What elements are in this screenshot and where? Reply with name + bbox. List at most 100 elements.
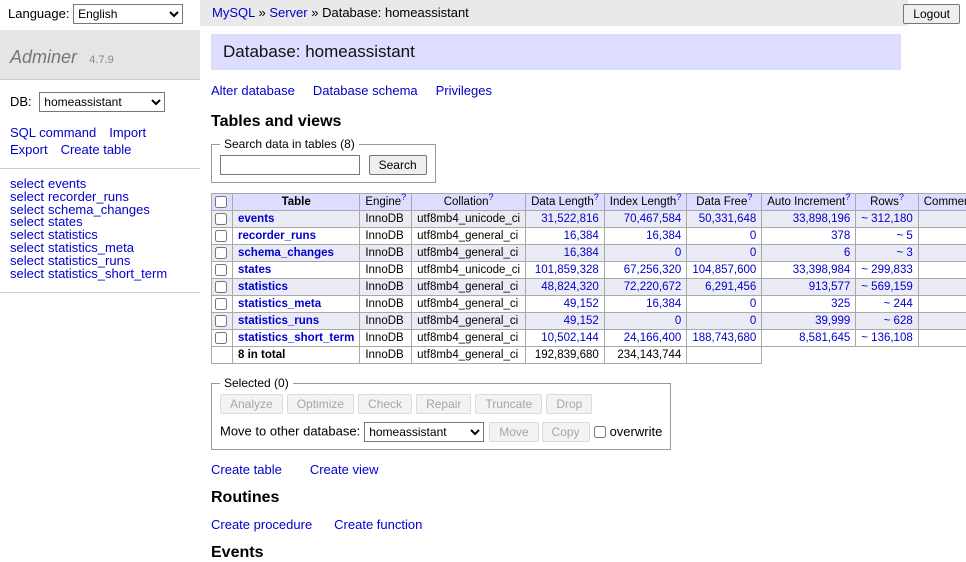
table-name-link[interactable]: schema_changes — [238, 247, 334, 259]
create-function-link[interactable]: Create function — [334, 517, 422, 532]
help-link[interactable]: ? — [401, 192, 406, 202]
logout-button[interactable]: Logout — [903, 4, 960, 24]
drop-button[interactable]: Drop — [546, 394, 592, 414]
index-length-link[interactable]: 16,384 — [646, 298, 681, 310]
table-name-link[interactable]: events — [238, 213, 274, 225]
create-table-link[interactable]: Create table — [211, 462, 282, 477]
rows-count-link[interactable]: ~ 312,180 — [861, 213, 912, 225]
language-select[interactable]: English — [73, 4, 183, 24]
privileges-link[interactable]: Privileges — [436, 83, 492, 98]
create-view-link[interactable]: Create view — [310, 462, 379, 477]
data-length-link[interactable]: 49,152 — [564, 298, 599, 310]
table-statistics-short-term-link[interactable]: statistics_short_term — [48, 266, 167, 281]
rows-count-link[interactable]: ~ 244 — [884, 298, 913, 310]
row-checkbox[interactable] — [215, 247, 227, 259]
auto-increment-link[interactable]: 913,577 — [809, 281, 851, 293]
row-checkbox[interactable] — [215, 264, 227, 276]
data-free-link[interactable]: 104,857,600 — [692, 264, 756, 276]
select-all-checkbox[interactable] — [215, 196, 227, 208]
data-free-cell: 0 — [687, 228, 762, 245]
create-procedure-link[interactable]: Create procedure — [211, 517, 312, 532]
index-length-link[interactable]: 72,220,672 — [624, 281, 682, 293]
rows-count-link[interactable]: ~ 3 — [896, 247, 912, 259]
data-free-link[interactable]: 0 — [750, 315, 756, 327]
breadcrumb-item-mysql[interactable]: MySQL — [212, 5, 255, 20]
create-table-link[interactable]: Create table — [61, 142, 132, 157]
help-link[interactable]: ? — [488, 192, 493, 202]
auto-increment-link[interactable]: 6 — [844, 247, 850, 259]
move-button[interactable]: Move — [489, 422, 538, 442]
index-length-link[interactable]: 70,467,584 — [624, 213, 682, 225]
help-link[interactable]: ? — [899, 192, 904, 202]
rows-count-link[interactable]: ~ 628 — [884, 315, 913, 327]
analyze-button[interactable]: Analyze — [220, 394, 283, 414]
auto-increment-link[interactable]: 33,898,196 — [793, 213, 851, 225]
auto-increment-link[interactable]: 325 — [831, 298, 850, 310]
table-name-link[interactable]: recorder_runs — [238, 230, 316, 242]
table-name-link[interactable]: statistics — [238, 281, 288, 293]
auto-increment-link[interactable]: 378 — [831, 230, 850, 242]
rows-count-link[interactable]: ~ 136,108 — [861, 332, 912, 344]
collation-cell: utf8mb4_general_ci — [412, 296, 526, 313]
sql-command-link[interactable]: SQL command — [10, 125, 96, 140]
data-length-link[interactable]: 16,384 — [564, 230, 599, 242]
copy-button[interactable]: Copy — [542, 422, 590, 442]
table-name-link[interactable]: statistics_meta — [238, 298, 321, 310]
rows-count-link[interactable]: ~ 299,833 — [861, 264, 912, 276]
rows-count-link[interactable]: ~ 5 — [896, 230, 912, 242]
index-length-link[interactable]: 67,256,320 — [624, 264, 682, 276]
select-statistics-short-term-link[interactable]: select — [10, 266, 44, 281]
import-link[interactable]: Import — [109, 125, 146, 140]
overwrite-label[interactable]: overwrite — [610, 424, 663, 439]
search-input[interactable] — [220, 155, 360, 175]
help-link[interactable]: ? — [676, 192, 681, 202]
data-free-link[interactable]: 6,291,456 — [705, 281, 756, 293]
row-checkbox[interactable] — [215, 230, 227, 242]
alter-database-link[interactable]: Alter database — [211, 83, 295, 98]
auto-increment-link[interactable]: 8,581,645 — [799, 332, 850, 344]
row-checkbox[interactable] — [215, 332, 227, 344]
data-length-link[interactable]: 31,522,816 — [541, 213, 599, 225]
app-name-link[interactable]: Adminer — [10, 47, 77, 67]
table-name-link[interactable]: statistics_short_term — [238, 332, 354, 344]
search-button[interactable]: Search — [369, 155, 427, 175]
repair-button[interactable]: Repair — [416, 394, 471, 414]
table-name-link[interactable]: states — [238, 264, 271, 276]
database-schema-link[interactable]: Database schema — [313, 83, 418, 98]
row-checkbox[interactable] — [215, 298, 227, 310]
move-db-select[interactable]: homeassistant — [364, 422, 484, 442]
auto-increment-link[interactable]: 33,398,984 — [793, 264, 851, 276]
data-free-link[interactable]: 0 — [750, 230, 756, 242]
rows-count-link[interactable]: ~ 569,159 — [861, 281, 912, 293]
data-free-link[interactable]: 50,331,648 — [699, 213, 757, 225]
breadcrumb-item-server[interactable]: Server — [269, 5, 307, 20]
index-length-link[interactable]: 0 — [675, 247, 681, 259]
truncate-button[interactable]: Truncate — [475, 394, 542, 414]
app-version[interactable]: 4.7.9 — [89, 54, 113, 66]
row-checkbox[interactable] — [215, 213, 227, 225]
data-length-link[interactable]: 48,824,320 — [541, 281, 599, 293]
data-free-link[interactable]: 0 — [750, 247, 756, 259]
data-length-link[interactable]: 10,502,144 — [541, 332, 599, 344]
check-button[interactable]: Check — [358, 394, 412, 414]
data-free-cell: 0 — [687, 313, 762, 330]
overwrite-checkbox[interactable] — [594, 426, 606, 438]
help-link[interactable]: ? — [594, 192, 599, 202]
index-length-link[interactable]: 24,166,400 — [624, 332, 682, 344]
data-free-link[interactable]: 0 — [750, 298, 756, 310]
optimize-button[interactable]: Optimize — [287, 394, 354, 414]
auto-increment-link[interactable]: 39,999 — [815, 315, 850, 327]
index-length-link[interactable]: 16,384 — [646, 230, 681, 242]
help-link[interactable]: ? — [845, 192, 850, 202]
help-link[interactable]: ? — [747, 192, 752, 202]
export-link[interactable]: Export — [10, 142, 48, 157]
data-length-link[interactable]: 49,152 — [564, 315, 599, 327]
row-checkbox[interactable] — [215, 315, 227, 327]
row-checkbox[interactable] — [215, 281, 227, 293]
data-free-link[interactable]: 188,743,680 — [692, 332, 756, 344]
data-length-link[interactable]: 101,859,328 — [535, 264, 599, 276]
table-name-link[interactable]: statistics_runs — [238, 315, 319, 327]
index-length-link[interactable]: 0 — [675, 315, 681, 327]
data-length-link[interactable]: 16,384 — [564, 247, 599, 259]
db-select[interactable]: homeassistant — [39, 92, 165, 112]
